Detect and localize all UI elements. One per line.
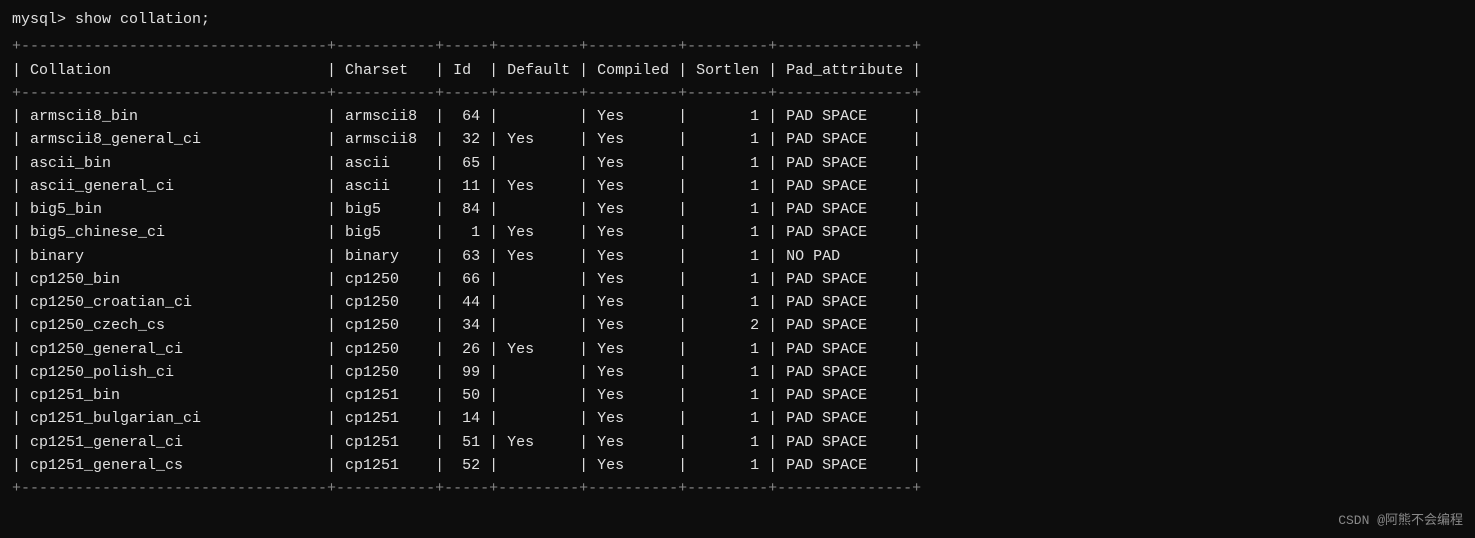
table-row: | cp1250_bin | cp1250 | 66 | | Yes | 1 |… <box>12 268 1463 291</box>
table-row: | cp1250_general_ci | cp1250 | 26 | Yes … <box>12 338 1463 361</box>
table-row: | armscii8_bin | armscii8 | 64 | | Yes |… <box>12 105 1463 128</box>
table-row: | armscii8_general_ci | armscii8 | 32 | … <box>12 128 1463 151</box>
table-row: | cp1251_general_cs | cp1251 | 52 | | Ye… <box>12 454 1463 477</box>
table-row: | cp1251_general_ci | cp1251 | 51 | Yes … <box>12 431 1463 454</box>
terminal-window: mysql> show collation; +----------------… <box>0 0 1475 508</box>
table-row: | big5_bin | big5 | 84 | | Yes | 1 | PAD… <box>12 198 1463 221</box>
table-row: | ascii_general_ci | ascii | 11 | Yes | … <box>12 175 1463 198</box>
separator-top: +----------------------------------+----… <box>12 35 1463 58</box>
table-row: | cp1251_bulgarian_ci | cp1251 | 14 | | … <box>12 407 1463 430</box>
watermark: CSDN @阿熊不会编程 <box>1338 509 1463 528</box>
prompt-line: mysql> show collation; <box>12 8 1463 31</box>
separator-mid: +----------------------------------+----… <box>12 82 1463 105</box>
table-body: | armscii8_bin | armscii8 | 64 | | Yes |… <box>12 105 1463 477</box>
header-row: | Collation | Charset | Id | Default | C… <box>12 59 1463 82</box>
table-row: | cp1250_polish_ci | cp1250 | 99 | | Yes… <box>12 361 1463 384</box>
table-row: | cp1250_croatian_ci | cp1250 | 44 | | Y… <box>12 291 1463 314</box>
table-row: | ascii_bin | ascii | 65 | | Yes | 1 | P… <box>12 152 1463 175</box>
table-row: | cp1251_bin | cp1251 | 50 | | Yes | 1 |… <box>12 384 1463 407</box>
separator-bottom: +----------------------------------+----… <box>12 477 1463 500</box>
table-row: | cp1250_czech_cs | cp1250 | 34 | | Yes … <box>12 314 1463 337</box>
table-row: | big5_chinese_ci | big5 | 1 | Yes | Yes… <box>12 221 1463 244</box>
table-row: | binary | binary | 63 | Yes | Yes | 1 |… <box>12 245 1463 268</box>
